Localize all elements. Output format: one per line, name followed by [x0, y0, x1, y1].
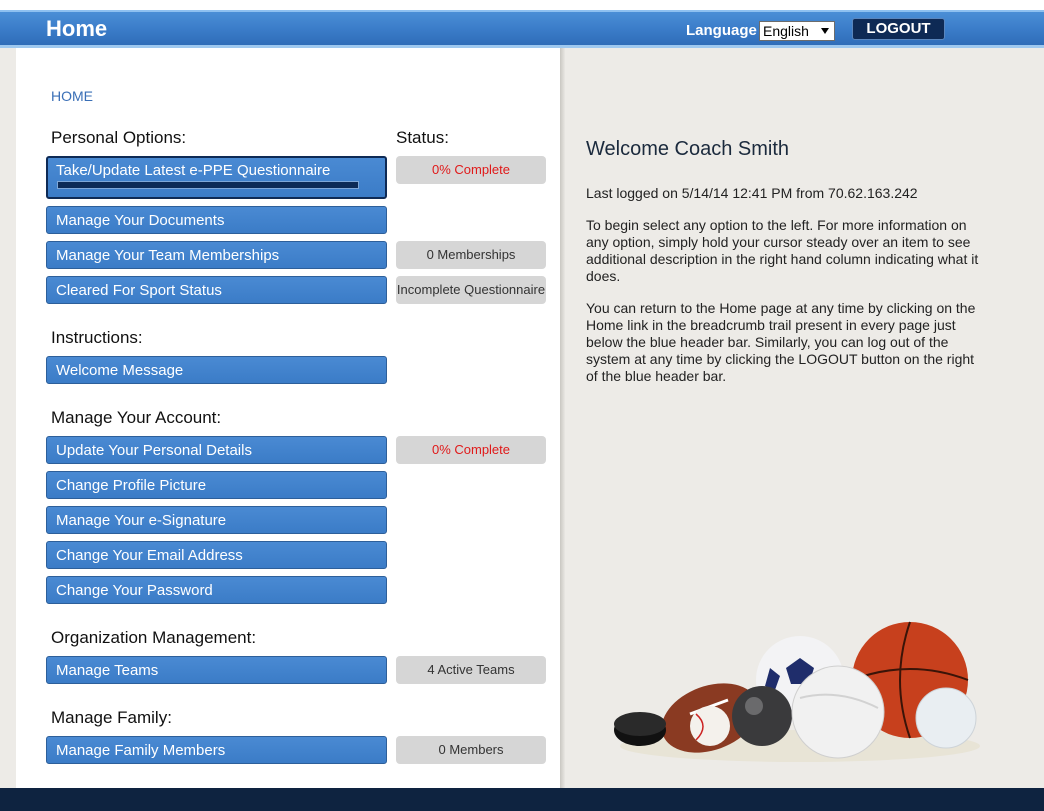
chevron-down-icon	[821, 28, 829, 34]
update-personal-details-button[interactable]: Update Your Personal Details	[46, 436, 387, 464]
eppe-questionnaire-button[interactable]: Take/Update Latest e-PPE Questionnaire	[46, 156, 387, 199]
change-password-button[interactable]: Change Your Password	[46, 576, 387, 604]
baseball-icon	[690, 706, 730, 746]
breadcrumb-home-link[interactable]: HOME	[51, 88, 93, 104]
language-select[interactable]: English	[759, 21, 835, 41]
manage-esignature-button[interactable]: Manage Your e-Signature	[46, 506, 387, 534]
intro-paragraph: To begin select any option to the left. …	[586, 217, 979, 284]
language-value: English	[763, 23, 809, 39]
change-profile-picture-button[interactable]: Change Profile Picture	[46, 471, 387, 499]
change-email-button[interactable]: Change Your Email Address	[46, 541, 387, 569]
family-status-badge: 0 Members	[396, 736, 546, 764]
language-label: Language	[686, 22, 757, 39]
sport-status-badge: Incomplete Questionnaire	[396, 276, 546, 304]
page-title: Home	[46, 16, 108, 41]
instructions-heading: Instructions:	[51, 328, 143, 347]
organization-heading: Organization Management:	[51, 628, 257, 647]
teams-status-badge: 4 Active Teams	[396, 656, 546, 684]
status-heading: Status:	[396, 128, 449, 147]
header-bar: Home Language English LOGOUT	[0, 10, 1044, 48]
personal-options-heading: Personal Options:	[51, 128, 187, 147]
memberships-status-badge: 0 Memberships	[396, 241, 546, 269]
welcome-message-button[interactable]: Welcome Message	[46, 356, 387, 384]
manage-team-memberships-button[interactable]: Manage Your Team Memberships	[46, 241, 387, 269]
clear-ball-icon	[915, 687, 977, 749]
cleared-for-sport-button[interactable]: Cleared For Sport Status	[46, 276, 387, 304]
footer-bar	[0, 788, 1044, 811]
top-strip	[0, 0, 1044, 10]
panel-divider	[560, 48, 565, 788]
manage-documents-button[interactable]: Manage Your Documents	[46, 206, 387, 234]
volleyball-icon	[791, 665, 885, 759]
logout-button[interactable]: LOGOUT	[852, 18, 945, 40]
eppe-progress-bar	[57, 181, 359, 189]
help-paragraph: You can return to the Home page at any t…	[586, 300, 976, 384]
eppe-status-badge: 0% Complete	[396, 156, 546, 184]
last-logged-text: Last logged on 5/14/14 12:41 PM from 70.…	[586, 185, 918, 201]
manage-family-members-button[interactable]: Manage Family Members	[46, 736, 387, 764]
family-heading: Manage Family:	[51, 708, 172, 727]
welcome-title: Welcome Coach Smith	[586, 138, 790, 160]
eppe-questionnaire-label: Take/Update Latest e-PPE Questionnaire	[56, 162, 331, 179]
manage-account-heading: Manage Your Account:	[51, 408, 222, 427]
sports-balls-image	[614, 621, 980, 762]
personal-details-status-badge: 0% Complete	[396, 436, 546, 464]
bocce-ball-icon	[732, 686, 792, 746]
hockey-puck-icon	[614, 712, 666, 746]
manage-teams-button[interactable]: Manage Teams	[46, 656, 387, 684]
